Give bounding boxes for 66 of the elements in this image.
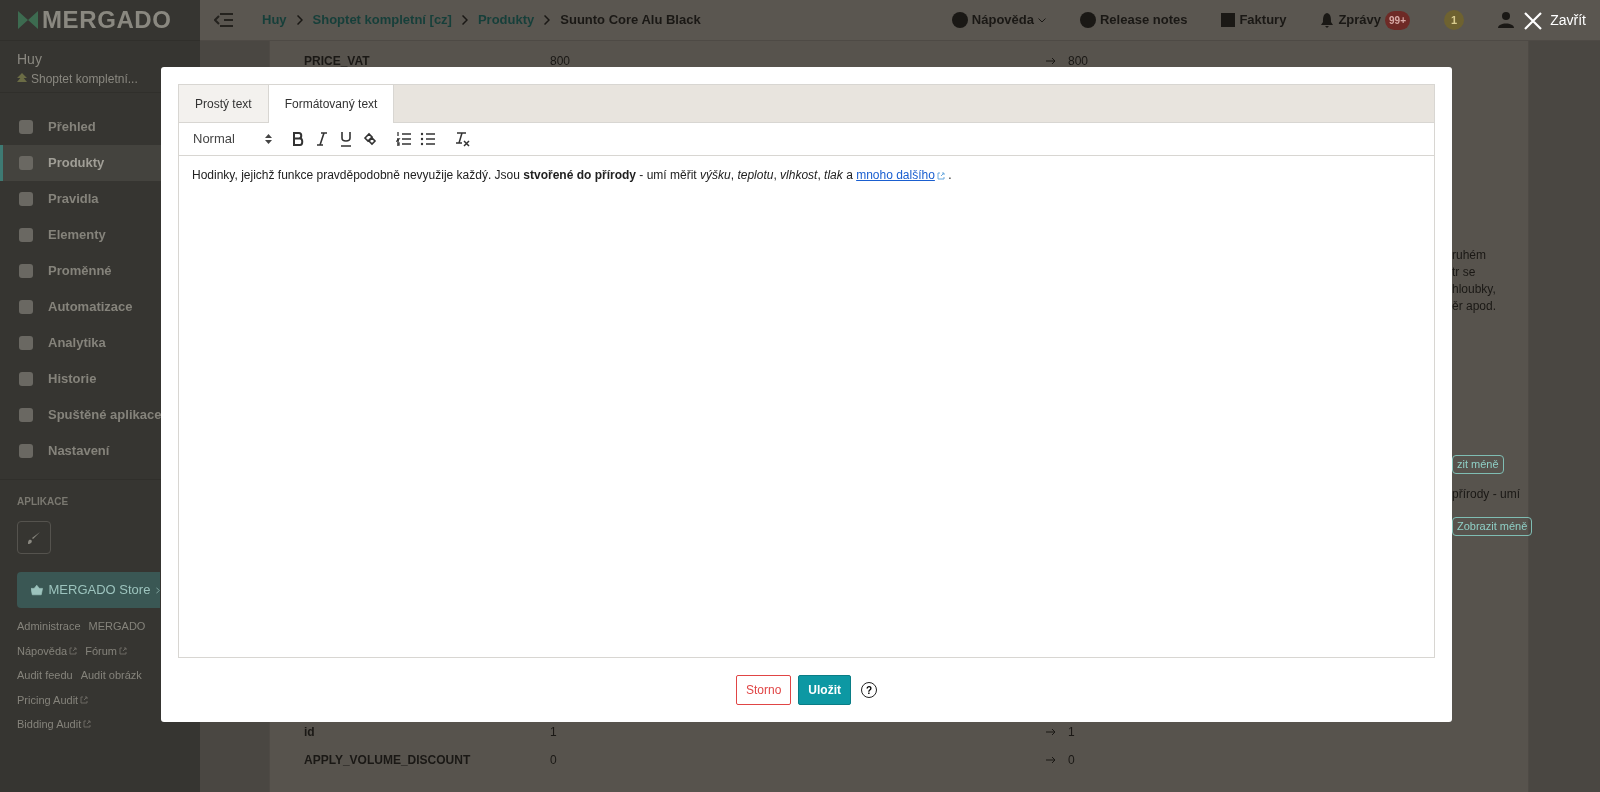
sidebar-link[interactable]: Audit obrázk: [80, 667, 142, 684]
external-link-icon: [118, 646, 127, 655]
chevron-icon: [296, 15, 303, 25]
attribute-value: 0: [550, 752, 558, 769]
app-tile[interactable]: [17, 521, 51, 554]
sidebar-link[interactable]: Fórum: [85, 642, 127, 659]
content-link[interactable]: mnoho dalšího: [856, 168, 935, 182]
attribute-value: 1: [550, 724, 558, 741]
chevron-icon: [156, 585, 160, 595]
user-icon[interactable]: [1498, 12, 1514, 28]
description-line: ěr apod.: [1452, 298, 1497, 315]
messages-count: 99+: [1385, 10, 1410, 30]
link-icon[interactable]: [361, 131, 378, 147]
attribute-name: id: [303, 724, 316, 741]
basket-icon: [31, 583, 43, 597]
brush-icon: [27, 530, 41, 545]
notifications-count[interactable]: 1: [1444, 10, 1464, 30]
caret-icon: [1038, 17, 1046, 23]
sidebar-link[interactable]: Audit feedu: [17, 667, 73, 684]
bullet-list-icon[interactable]: [419, 131, 436, 147]
attribute-value: 0: [1068, 752, 1075, 769]
close-button[interactable]: Zavřít: [1524, 10, 1586, 31]
attribute-value: 800: [550, 53, 572, 70]
close-icon: [1524, 11, 1543, 30]
shop-name: Shoptet kompletní...: [31, 71, 138, 88]
sort-arrows-icon: [264, 134, 272, 144]
description-line: ruhém: [1452, 247, 1487, 264]
bell-icon: [1320, 12, 1335, 28]
arrow-icon: [1046, 57, 1056, 65]
external-link-icon: [80, 695, 89, 704]
chevron-icon: [544, 15, 551, 25]
description-snippet: přírody - umí: [1452, 486, 1520, 503]
sidebar-link[interactable]: Pricing Audit: [17, 691, 89, 708]
external-link-icon: [936, 171, 945, 180]
arrow-icon: [1046, 728, 1056, 736]
store-button[interactable]: MERGADO Store: [17, 572, 160, 608]
tree-icon: [17, 73, 27, 85]
arrow-icon: [1046, 756, 1056, 764]
logo-text: MERGADO: [42, 5, 172, 35]
sidebar-link[interactable]: Nápověda: [17, 642, 78, 659]
sidebar-link[interactable]: Bidding Audit: [17, 716, 92, 733]
help-menu[interactable]: Nápověda: [971, 10, 1034, 30]
save-button[interactable]: Uložit: [798, 675, 851, 705]
page-title: Suunto Core Alu Black: [560, 11, 701, 30]
cancel-button[interactable]: Storno: [736, 675, 792, 705]
external-link-icon: [69, 646, 78, 655]
user-name: Huy: [17, 50, 43, 69]
attribute-name: PRICE_VAT: [303, 53, 371, 70]
external-link-icon: [83, 720, 92, 729]
release-notes-link[interactable]: Release notes: [1100, 10, 1188, 30]
attribute-name: APPLY_VOLUME_DISCOUNT: [303, 752, 472, 769]
sidebar-link[interactable]: MERGADO: [88, 618, 146, 635]
attribute-value: 800: [1068, 53, 1089, 70]
editor-tab[interactable]: Formátovaný text: [268, 85, 395, 123]
editor-tab[interactable]: Prostý text: [179, 85, 269, 122]
section-heading: APLIKACE: [17, 495, 70, 509]
sidebar-link[interactable]: Administrace: [17, 618, 81, 635]
invoices-link[interactable]: Faktury: [1239, 10, 1287, 30]
clear-formatting-icon[interactable]: [453, 131, 470, 147]
logo-icon: [18, 11, 38, 29]
chevron-icon: [461, 15, 468, 25]
attribute-value: 1: [1068, 724, 1075, 741]
numbered-list-icon[interactable]: [395, 131, 412, 147]
description-line: tr se: [1452, 264, 1477, 281]
messages-menu[interactable]: Zprávy: [1338, 10, 1382, 30]
description-line: hloubky,: [1452, 281, 1497, 298]
